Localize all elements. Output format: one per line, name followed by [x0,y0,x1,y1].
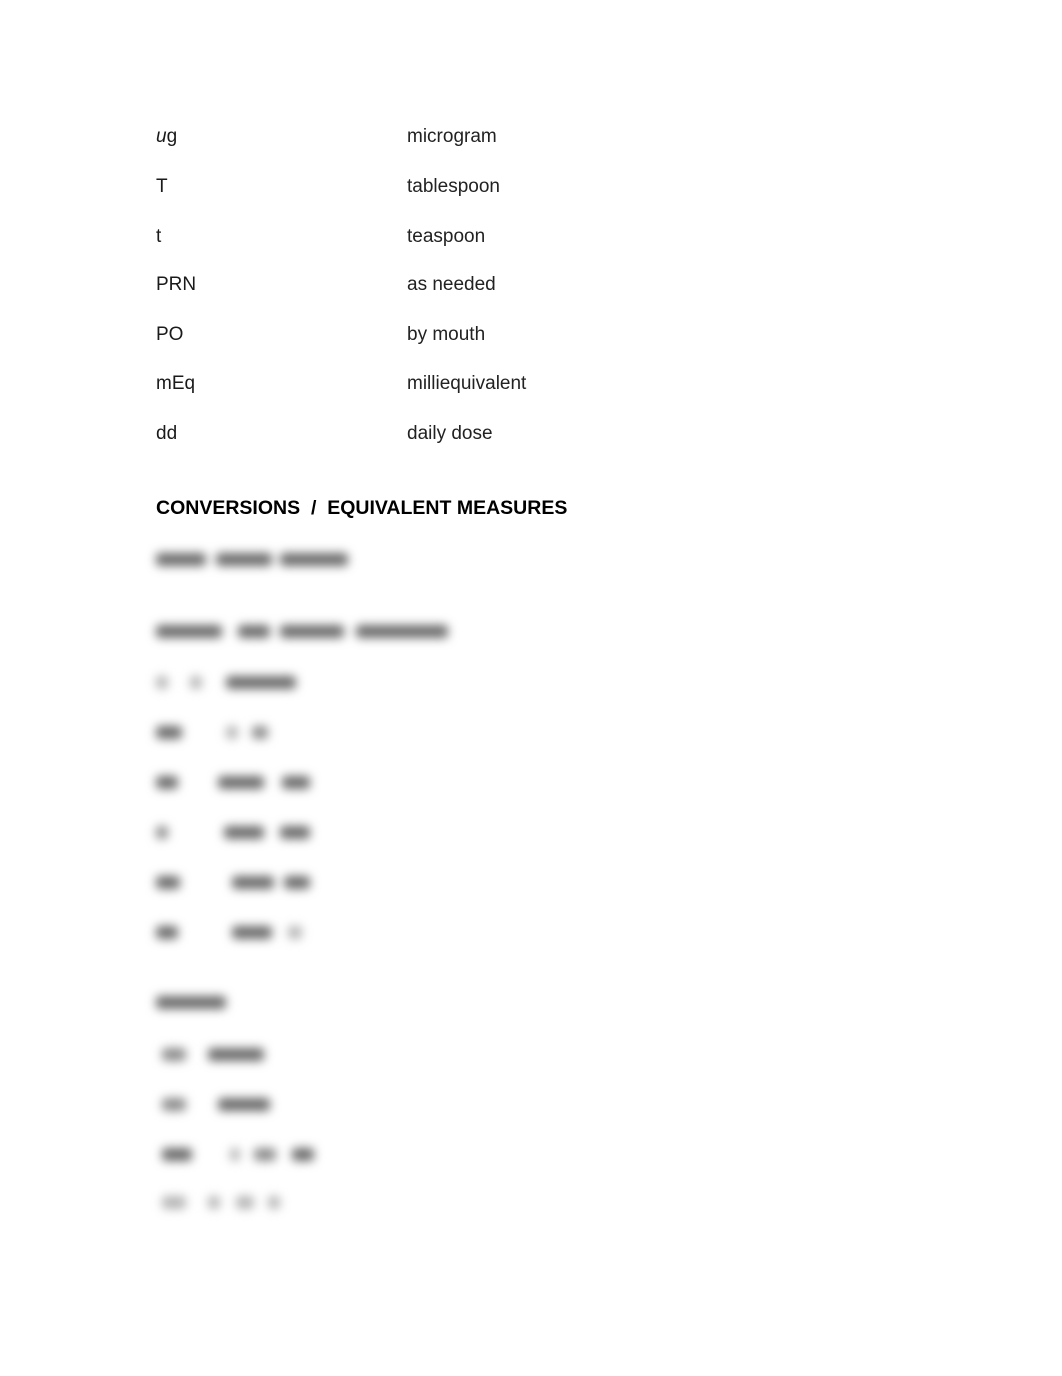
blurred-line [156,622,456,640]
abbreviation-definition: microgram [407,126,497,147]
blurred-line [156,673,306,691]
abbreviation-term: ug [156,125,177,149]
blurred-line [156,873,316,891]
abbreviation-row: mEq milliequivalent [156,372,656,396]
abbreviation-row: T tablespoon [156,175,656,199]
abbreviation-definition: teaspoon [407,226,486,247]
abbreviation-definition: daily dose [407,423,493,444]
abbreviation-term: t [156,226,162,247]
abbreviation-definition: tablespoon [407,176,500,197]
blurred-line [156,923,316,941]
blurred-line [156,773,316,791]
section-heading: CONVERSIONS / EQUIVALENT MEASURES [156,497,568,519]
abbreviation-term: PRN [156,274,197,295]
abbreviation-term: dd [156,423,178,444]
abbreviation-row: PO by mouth [156,323,656,347]
blurred-line [156,1045,276,1063]
abbreviation-row: PRN as needed [156,273,656,297]
blurred-line [156,823,316,841]
abbreviation-definition: by mouth [407,324,486,345]
blurred-line [156,1095,276,1113]
abbreviation-term-text: g [166,126,178,147]
abbreviation-row: dd daily dose [156,422,656,446]
abbreviation-term-italic: u [156,126,167,147]
blurred-line [156,550,356,568]
abbreviation-term: T [156,176,168,197]
document-page: ug microgram T tablespoon t teaspoon PRN… [0,0,1062,1376]
blurred-line [156,993,236,1011]
abbreviation-term: mEq [156,373,196,394]
blurred-line [156,1145,316,1163]
abbreviation-row: t teaspoon [156,225,656,249]
abbreviation-definition: as needed [407,274,496,295]
abbreviation-row: ug microgram [156,125,656,149]
blurred-line [156,1193,286,1211]
abbreviation-definition: milliequivalent [407,373,527,394]
abbreviation-term: PO [156,324,184,345]
blurred-line [156,723,276,741]
